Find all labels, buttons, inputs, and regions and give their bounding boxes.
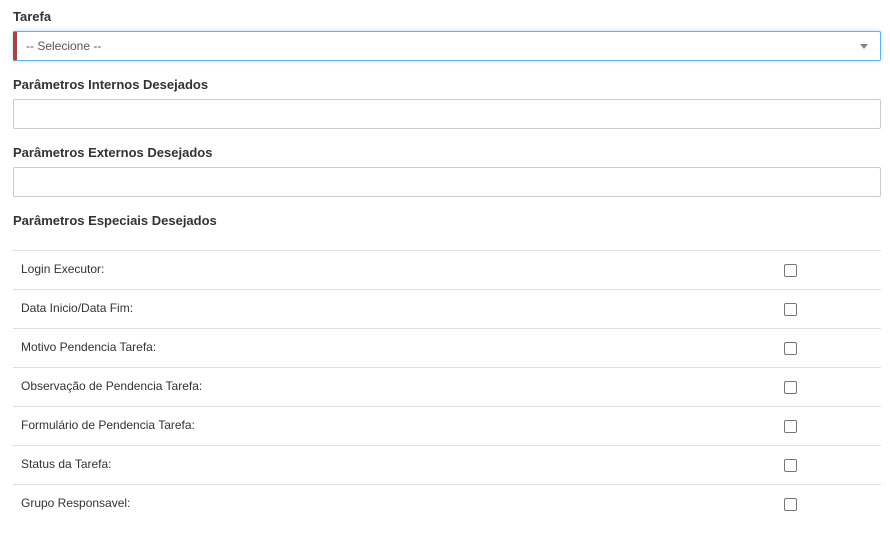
motivo-pendencia-checkbox[interactable] [784, 342, 797, 355]
parametros-internos-input[interactable] [13, 99, 881, 129]
grupo-responsavel-checkbox[interactable] [784, 498, 797, 511]
table-row: Motivo Pendencia Tarefa: [13, 328, 881, 367]
parametros-externos-label: Parâmetros Externos Desejados [13, 145, 213, 160]
table-row: Login Executor: [13, 250, 881, 289]
formulario-pendencia-checkbox[interactable] [784, 420, 797, 433]
status-tarefa-checkbox[interactable] [784, 459, 797, 472]
param-label-motivo-pendencia: Motivo Pendencia Tarefa: [21, 340, 157, 354]
parametros-especiais-label: Parâmetros Especiais Desejados [13, 213, 217, 228]
table-row: Formulário de Pendencia Tarefa: [13, 406, 881, 445]
table-row: Data Inicio/Data Fim: [13, 289, 881, 328]
param-label-data-inicio-fim: Data Inicio/Data Fim: [21, 301, 134, 315]
param-label-login-executor: Login Executor: [21, 262, 105, 276]
table-row: Status da Tarefa: [13, 445, 881, 484]
table-row: Grupo Responsavel: [13, 484, 881, 523]
tarefa-select[interactable]: -- Selecione -- [13, 31, 881, 61]
param-label-status-tarefa: Status da Tarefa: [21, 457, 112, 471]
tarefa-select-value: -- Selecione -- [26, 39, 102, 53]
observacao-pendencia-checkbox[interactable] [784, 381, 797, 394]
parametros-externos-input[interactable] [13, 167, 881, 197]
param-label-formulario-pendencia: Formulário de Pendencia Tarefa: [21, 418, 195, 432]
table-row: Observação de Pendencia Tarefa: [13, 367, 881, 406]
login-executor-checkbox[interactable] [784, 264, 797, 277]
param-label-grupo-responsavel: Grupo Responsavel: [21, 496, 131, 510]
caret-down-icon [860, 44, 868, 49]
parametros-especiais-table: Login Executor: Data Inicio/Data Fim: Mo… [13, 250, 881, 523]
data-inicio-fim-checkbox[interactable] [784, 303, 797, 316]
param-label-observacao-pendencia: Observação de Pendencia Tarefa: [21, 379, 203, 393]
parametros-internos-label: Parâmetros Internos Desejados [13, 77, 209, 92]
tarefa-label: Tarefa [13, 9, 52, 24]
